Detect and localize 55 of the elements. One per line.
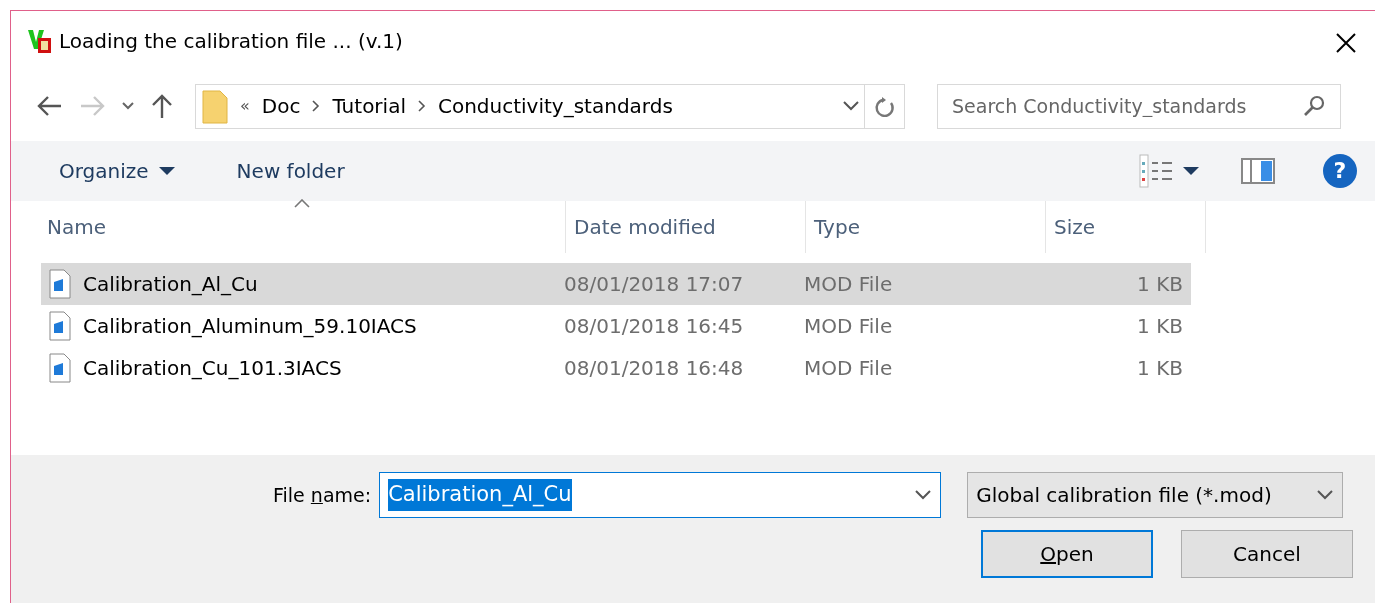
file-row[interactable]: Calibration_Cu_101.3IACS 08/01/2018 16:48 MOD File 1 KB	[41, 347, 1191, 389]
file-type: MOD File	[803, 271, 894, 298]
file-name-field[interactable]: Calibration_Al_Cu	[379, 472, 942, 518]
window-title: Loading the calibration file ... (v.1)	[59, 28, 403, 55]
breadcrumb-item[interactable]: Conductivity_standards	[437, 91, 673, 121]
chevron-down-icon	[842, 100, 860, 112]
overflow-chevron[interactable]: «	[240, 94, 250, 118]
search-field[interactable]: Search Conductivity_standards	[937, 83, 1341, 129]
close-icon	[1335, 31, 1357, 54]
back-arrow-icon	[37, 95, 63, 117]
help-button[interactable]: ?	[1323, 154, 1357, 188]
refresh-icon	[873, 96, 896, 119]
file-name: Calibration_Aluminum_59.10IACS	[83, 313, 417, 340]
caret-down-icon	[158, 166, 175, 176]
details-view-icon	[1139, 154, 1173, 188]
column-header[interactable]: Size	[1046, 201, 1206, 253]
chevron-down-icon	[1316, 489, 1335, 501]
chevron-right-icon	[417, 100, 426, 112]
folder-icon	[202, 88, 228, 124]
chevron-down-icon	[121, 101, 135, 111]
column-header[interactable]: Type	[806, 201, 1046, 253]
file-type-dropdown[interactable]: Global calibration file (*.mod)	[967, 472, 1344, 518]
date-modified: 08/01/2018 16:45	[563, 313, 745, 340]
chevron-right-icon	[312, 100, 321, 112]
forward-arrow-icon	[79, 95, 105, 117]
open-button[interactable]: Open	[981, 530, 1153, 578]
file-name-label: File name:	[273, 482, 372, 508]
file-size: 1 KB	[1136, 355, 1184, 382]
up-arrow-icon	[151, 93, 173, 119]
new-folder-button[interactable]: New folder	[224, 150, 357, 192]
search-icon	[1303, 93, 1327, 118]
file-type: MOD File	[803, 355, 894, 382]
app-logo-icon	[27, 27, 53, 55]
breadcrumb-item[interactable]: Doc	[261, 91, 301, 121]
file-row[interactable]: Calibration_Al_Cu 08/01/2018 17:07 MOD File 1 KB	[41, 263, 1191, 305]
document-icon	[49, 269, 71, 299]
file-size: 1 KB	[1136, 271, 1184, 298]
date-modified: 08/01/2018 17:07	[563, 271, 745, 298]
document-icon	[49, 353, 71, 383]
file-type: MOD File	[803, 313, 894, 340]
chevron-down-icon	[914, 489, 933, 501]
document-icon	[49, 311, 71, 341]
cancel-button[interactable]: Cancel	[1181, 530, 1353, 578]
file-row[interactable]: Calibration_Aluminum_59.10IACS 08/01/2018 16:45 MOD File 1 KB	[41, 305, 1191, 347]
sort-ascending-icon	[294, 199, 310, 208]
caret-down-icon	[1183, 166, 1199, 176]
column-header[interactable]: Name	[39, 201, 566, 253]
file-name: Calibration_Cu_101.3IACS	[83, 355, 342, 382]
file-size: 1 KB	[1136, 313, 1184, 340]
column-header[interactable]: Date modified	[566, 201, 806, 253]
file-name: Calibration_Al_Cu	[83, 271, 258, 298]
breadcrumb-item[interactable]: Tutorial	[332, 91, 406, 121]
organize-button[interactable]: Organize	[47, 150, 187, 192]
date-modified: 08/01/2018 16:48	[563, 355, 745, 382]
preview-pane-icon	[1241, 158, 1275, 184]
